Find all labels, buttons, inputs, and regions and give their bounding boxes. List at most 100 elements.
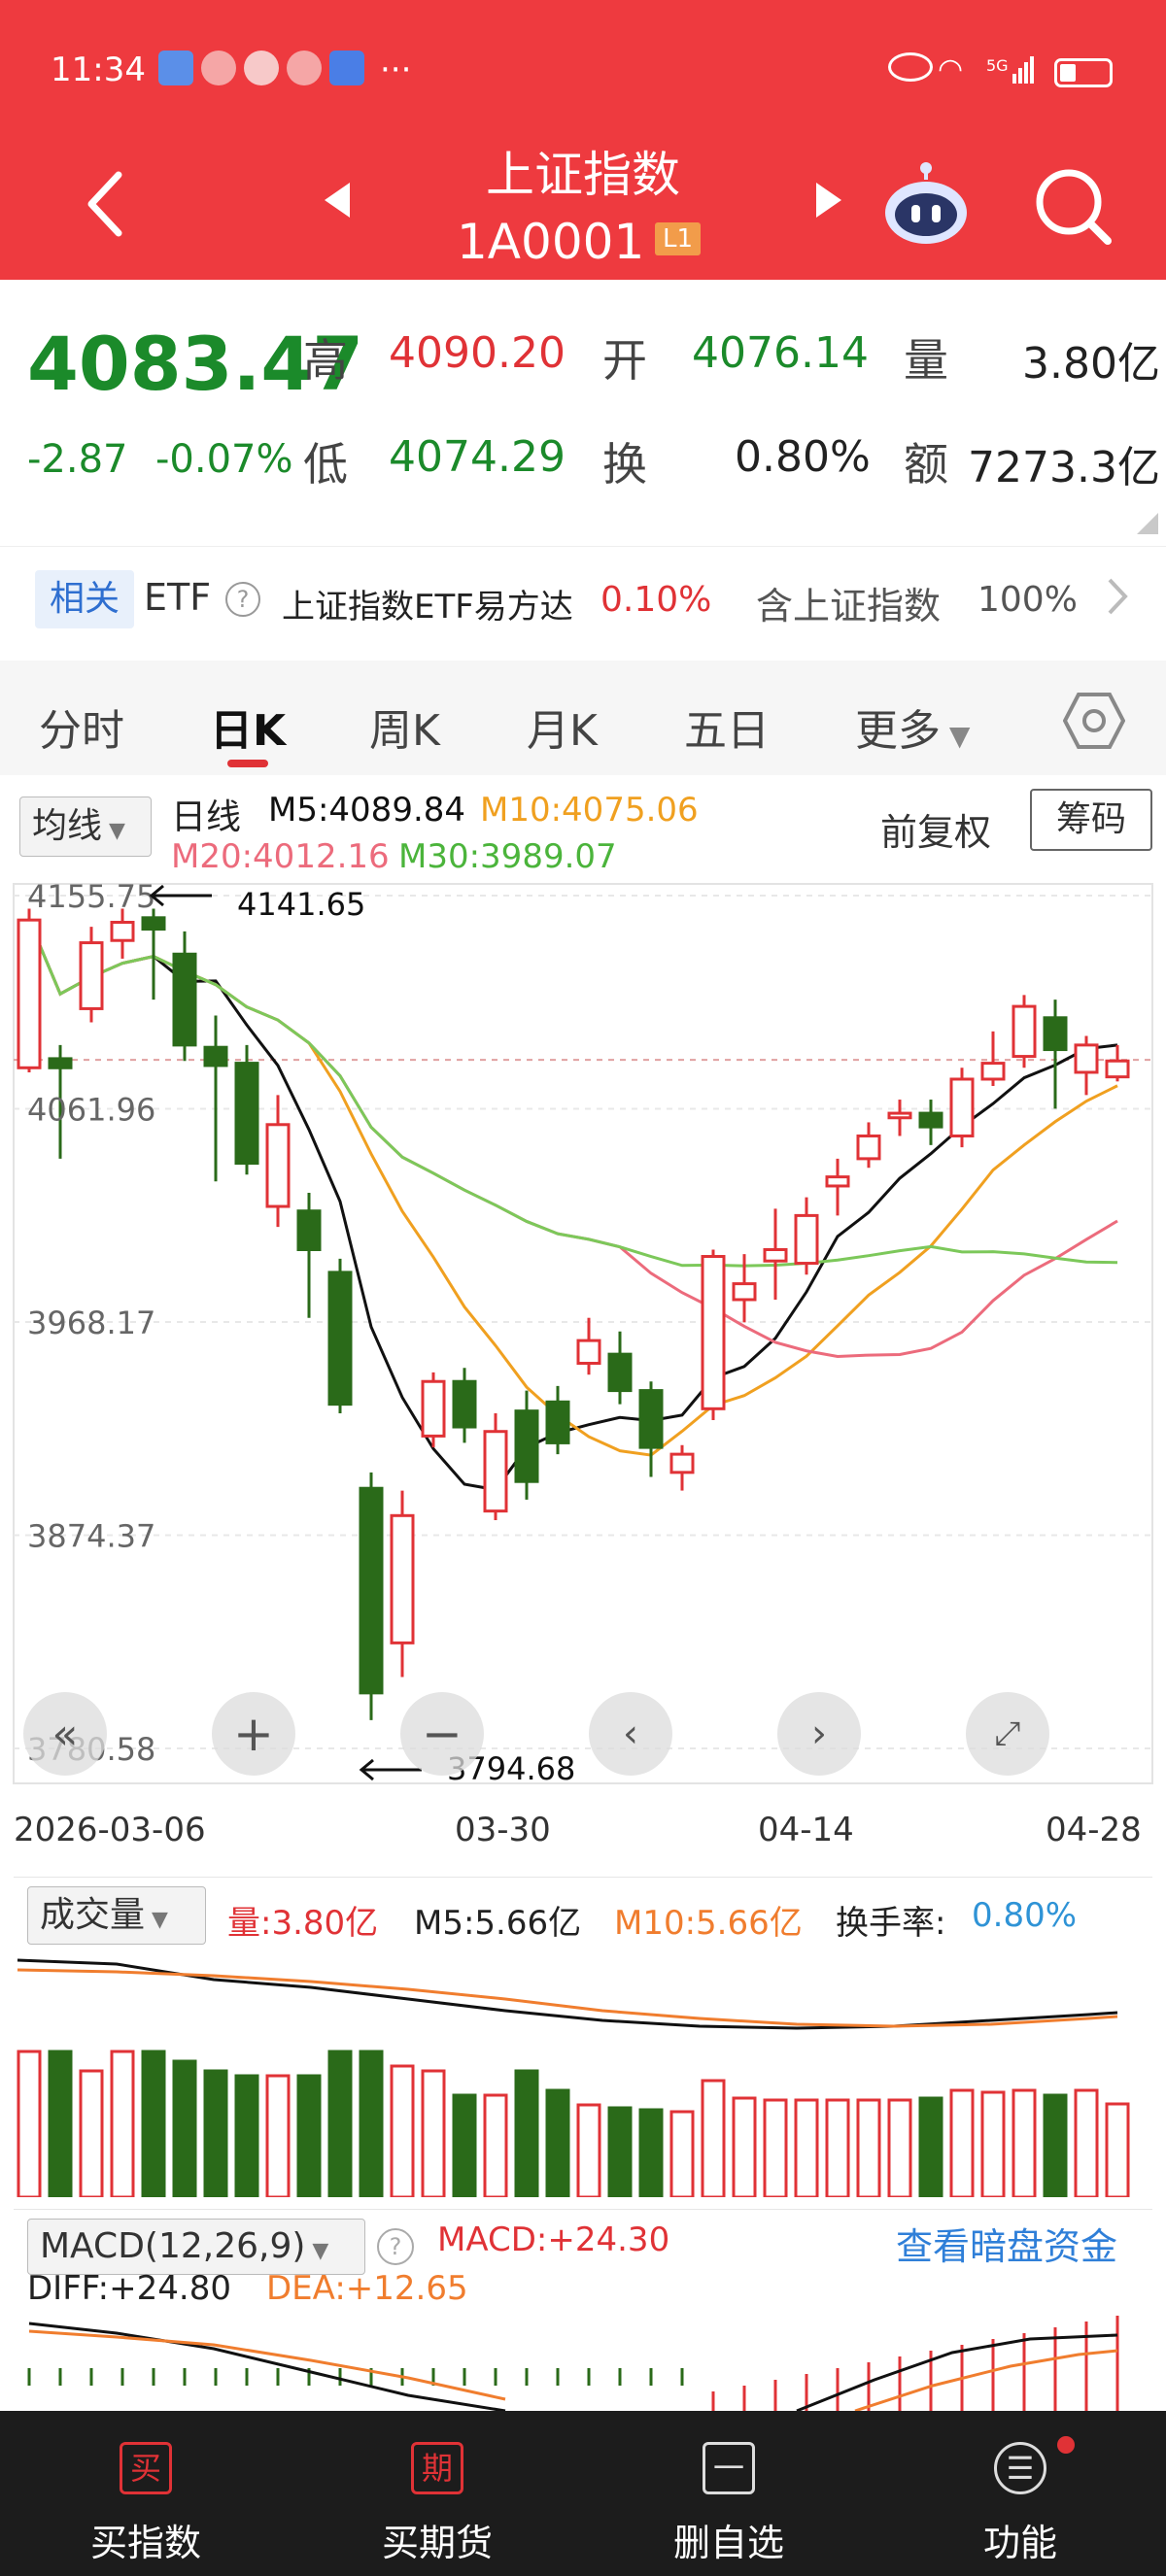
level-badge: L1	[655, 222, 702, 255]
etf-type: ETF	[144, 576, 212, 619]
expand-corner-icon[interactable]	[1137, 513, 1158, 534]
ma10-legend: M10:4075.06	[480, 791, 699, 830]
volume-bar-down	[234, 2074, 259, 2197]
tab-five-day[interactable]: 五日	[684, 695, 770, 758]
fullscreen-button[interactable]: ⤢	[966, 1692, 1049, 1776]
buy-index-button[interactable]: 买 买指数	[0, 2411, 292, 2576]
remove-watchlist-button[interactable]: 一 删自选	[583, 2411, 874, 2576]
double-chevron-left-icon: «	[51, 1709, 79, 1759]
volume-bar-up	[1012, 2088, 1037, 2197]
volume-bar-up	[949, 2088, 975, 2197]
etf-holding: 含上证指数	[756, 585, 942, 627]
help-icon[interactable]: ?	[225, 582, 260, 617]
volume-ma5-line	[17, 1958, 1118, 2030]
notification-dot	[1057, 2436, 1075, 2454]
functions-button[interactable]: ☰ 功能	[874, 2411, 1166, 2576]
remove-watchlist-label: 删自选	[672, 2522, 784, 2564]
scroll-right-button[interactable]: ›	[777, 1692, 861, 1776]
candle-down	[48, 1057, 73, 1069]
high-label: 高	[303, 334, 348, 387]
etf-bar[interactable]: 相关 ETF ? 上证指数ETF易方达 0.10% 含上证指数 100%	[0, 546, 1166, 661]
stock-code: 1A0001	[457, 214, 645, 270]
volume-bar-down	[918, 2096, 943, 2197]
candle-up	[856, 1134, 881, 1161]
candle-up	[763, 1247, 788, 1263]
candle-up	[669, 1452, 695, 1474]
volume-bar-up	[110, 2050, 135, 2197]
open-label: 开	[602, 334, 647, 387]
tab-more[interactable]: 更多 ▼	[855, 695, 970, 758]
tab-weekly-k[interactable]: 周K	[369, 695, 440, 758]
volume-bar-down	[514, 2069, 539, 2197]
low-label: 低	[303, 438, 348, 491]
help-icon[interactable]: ?	[377, 2228, 414, 2265]
x-label-mid1: 03-30	[455, 1811, 551, 1849]
app-header: 11:34 ··· ◠ 5G 上证指数 1A0001 L1	[0, 0, 1166, 280]
triangle-right-icon[interactable]	[812, 181, 845, 223]
ma-select-label: 均线	[32, 806, 103, 846]
tab-daily-k[interactable]: 日K	[210, 695, 286, 758]
candle-down	[638, 1389, 664, 1449]
candle-down	[296, 1209, 322, 1251]
dark-pool-link[interactable]: 查看暗盘资金	[896, 2217, 1117, 2270]
y-tick-label: 3874.37	[27, 1518, 155, 1555]
volume-bar-up	[1105, 2102, 1130, 2197]
volume-value: 3.80亿	[1022, 339, 1160, 389]
volume-bar-down	[327, 2050, 353, 2197]
volume-bar-up	[825, 2098, 850, 2197]
network-type: 5G	[986, 56, 1009, 75]
search-icon[interactable]	[1032, 165, 1114, 251]
ma-select[interactable]: 均线 ▼	[19, 797, 152, 857]
kline-chart[interactable]: 4155.754061.963968.173874.373780.58 4141…	[0, 874, 1166, 1787]
candle-up	[421, 1379, 446, 1438]
tab-intraday[interactable]: 分时	[39, 695, 124, 758]
chip-distribution-button[interactable]: 筹码	[1030, 789, 1152, 851]
volume-bar-down	[172, 2059, 197, 2197]
volume-bar-down	[545, 2088, 570, 2197]
volume-value: 量:3.80亿	[227, 1904, 379, 1943]
volume-bar-down	[607, 2106, 633, 2197]
price-change: -2.87	[27, 437, 128, 482]
y-tick-label: 4155.75	[27, 878, 155, 915]
tab-monthly-k[interactable]: 月K	[527, 695, 598, 758]
volume-m5: M5:5.66亿	[414, 1904, 582, 1943]
macd-histogram	[27, 2316, 1119, 2411]
adjust-label[interactable]: 前复权	[880, 802, 991, 856]
volume-bar-down	[1043, 2093, 1068, 2197]
zoom-out-button[interactable]: −	[400, 1692, 484, 1776]
plus-icon: +	[233, 1706, 274, 1762]
zoom-in-button[interactable]: +	[212, 1692, 295, 1776]
scroll-left-button[interactable]: ‹	[589, 1692, 672, 1776]
chevron-right-icon[interactable]	[1102, 572, 1131, 625]
bottom-action-bar: 买 买指数 期 买期货 一 删自选 ☰ 功能	[0, 2411, 1166, 2576]
app-notification-icon	[158, 51, 193, 85]
ma20-legend: M20:4012.16	[171, 837, 390, 876]
candle-down	[545, 1400, 570, 1444]
candle-up	[980, 1062, 1006, 1081]
settings-hexagon-icon[interactable]	[1062, 690, 1126, 756]
rewind-button[interactable]: «	[23, 1692, 107, 1776]
volume-select[interactable]: 成交量 ▼	[27, 1886, 206, 1945]
volume-bar-down	[359, 2050, 384, 2197]
candle-up	[701, 1255, 726, 1410]
volume-bar-up	[1074, 2088, 1099, 2197]
macd-select-label: MACD(12,26,9)	[40, 2226, 306, 2266]
app-notification-icon	[329, 51, 364, 85]
candle-up	[1105, 1059, 1130, 1079]
menu-icon: ☰	[994, 2442, 1046, 2494]
candle-up	[794, 1213, 819, 1266]
volume-bar-up	[887, 2098, 912, 2197]
candle-down	[607, 1352, 633, 1393]
robot-assistant-icon[interactable]	[880, 160, 972, 252]
dropdown-arrow-icon: ▼	[145, 1908, 168, 1932]
volume-label: 量	[904, 334, 948, 387]
max-label: 4141.65	[237, 886, 365, 923]
volume-bar-up	[980, 2090, 1006, 2197]
buy-futures-button[interactable]: 期 买期货	[292, 2411, 583, 2576]
volume-bar-down	[296, 2074, 322, 2197]
volume-bar-down	[638, 2108, 664, 2197]
buy-icon: 买	[120, 2442, 172, 2494]
volume-bar-up	[669, 2110, 695, 2197]
open-value: 4076.14	[692, 328, 869, 378]
turnover-label: 换	[602, 438, 647, 491]
